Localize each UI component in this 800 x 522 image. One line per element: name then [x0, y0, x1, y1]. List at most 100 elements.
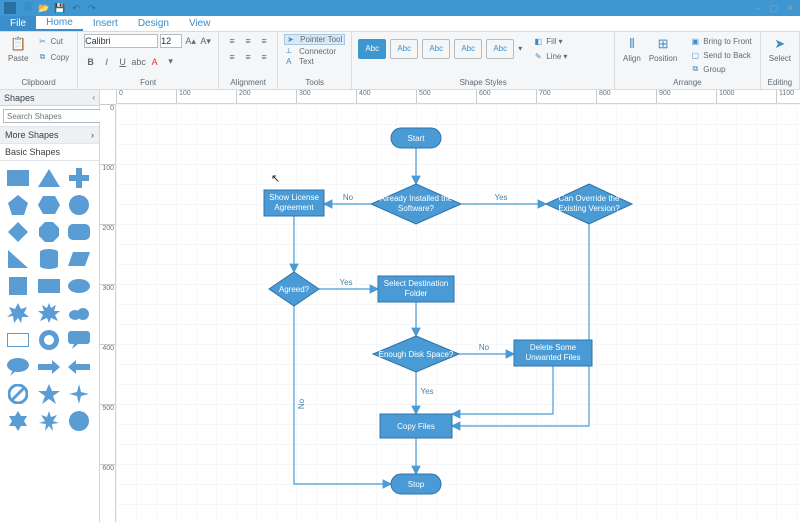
- shape-star[interactable]: [37, 383, 61, 405]
- node-license[interactable]: Show LicenseAgreement: [264, 190, 324, 216]
- shape-frame[interactable]: [6, 329, 30, 351]
- new-icon[interactable]: 🗎: [22, 2, 34, 14]
- group-button[interactable]: ⧉Group: [687, 62, 753, 76]
- shape-arrow[interactable]: [37, 356, 61, 378]
- style-gallery-more-icon[interactable]: ▾: [518, 44, 522, 53]
- select-button[interactable]: ➤Select: [767, 34, 793, 65]
- collapse-shapes-icon[interactable]: ‹: [92, 93, 95, 102]
- position-button[interactable]: ⊞Position: [647, 34, 679, 65]
- shape-triangle[interactable]: [37, 167, 61, 189]
- shape-diamond[interactable]: [6, 221, 30, 243]
- font-color-button[interactable]: A: [148, 55, 161, 68]
- copy-button[interactable]: ⧉Copy: [34, 50, 71, 64]
- tab-insert[interactable]: Insert: [83, 16, 128, 31]
- style-swatch-2[interactable]: Abc: [390, 39, 418, 59]
- shape-burst2[interactable]: [37, 302, 61, 324]
- style-swatch-5[interactable]: Abc: [486, 39, 514, 59]
- node-installed[interactable]: Already Installed theSoftware?: [371, 184, 461, 224]
- basic-shapes-section[interactable]: Basic Shapes: [0, 144, 99, 161]
- align-top-button[interactable]: ≡: [225, 34, 239, 48]
- increase-font-icon[interactable]: A▴: [184, 35, 197, 48]
- shape-rect2[interactable]: [37, 275, 61, 297]
- align-middle-button[interactable]: ≡: [241, 34, 255, 48]
- underline-button[interactable]: U: [116, 55, 129, 68]
- node-override[interactable]: Can Override theExisting Version?: [546, 184, 632, 224]
- node-disk[interactable]: Enough Disk Space?: [373, 336, 459, 372]
- close-icon[interactable]: ✕: [784, 2, 796, 14]
- save-icon[interactable]: 💾: [54, 2, 66, 14]
- decrease-font-icon[interactable]: A▾: [199, 35, 212, 48]
- align-center-button[interactable]: ≡: [241, 50, 255, 64]
- shape-burst3[interactable]: [37, 410, 61, 432]
- tab-home[interactable]: Home: [36, 16, 83, 31]
- style-swatch-3[interactable]: Abc: [422, 39, 450, 59]
- style-swatch-4[interactable]: Abc: [454, 39, 482, 59]
- shape-right-tri[interactable]: [6, 248, 30, 270]
- shape-callout2[interactable]: [6, 356, 30, 378]
- node-start[interactable]: Start: [391, 128, 441, 148]
- highlight-button[interactable]: ▾: [164, 55, 177, 68]
- shape-octagon[interactable]: [37, 221, 61, 243]
- shape-burst[interactable]: [6, 302, 30, 324]
- undo-icon[interactable]: ↶: [70, 2, 82, 14]
- canvas[interactable]: No Yes Yes No Yes No Start Show LicenseA…: [116, 104, 800, 522]
- node-delete[interactable]: Delete SomeUnwanted Files: [514, 340, 592, 366]
- svg-text:Software?: Software?: [398, 204, 435, 213]
- align-button[interactable]: ⫴Align: [621, 34, 643, 65]
- svg-text:Agreed?: Agreed?: [279, 285, 310, 294]
- shape-donut[interactable]: [37, 329, 61, 351]
- font-size-combo[interactable]: [160, 34, 182, 48]
- open-icon[interactable]: 📂: [38, 2, 50, 14]
- bold-button[interactable]: B: [84, 55, 97, 68]
- pointer-tool-button[interactable]: ➤Pointer Tool: [284, 34, 345, 45]
- shape-cylinder[interactable]: [37, 248, 61, 270]
- maximize-icon[interactable]: ▢: [768, 2, 780, 14]
- style-swatch-1[interactable]: Abc: [358, 39, 386, 59]
- align-left-button[interactable]: ≡: [225, 50, 239, 64]
- node-copy[interactable]: Copy Files: [380, 414, 452, 438]
- shape-callout[interactable]: [67, 329, 91, 351]
- cut-button[interactable]: ✂Cut: [34, 34, 71, 48]
- align-right-button[interactable]: ≡: [257, 50, 271, 64]
- shape-hexagon[interactable]: [37, 194, 61, 216]
- shape-seal[interactable]: [67, 410, 91, 432]
- shape-arrow2[interactable]: [67, 356, 91, 378]
- strike-button[interactable]: abc: [132, 55, 145, 68]
- align-bottom-button[interactable]: ≡: [257, 34, 271, 48]
- shape-no[interactable]: [6, 383, 30, 405]
- shape-ellipse[interactable]: [67, 275, 91, 297]
- bring-front-button[interactable]: ▣Bring to Front: [687, 34, 753, 48]
- shape-rect[interactable]: [6, 167, 30, 189]
- redo-icon[interactable]: ↷: [86, 2, 98, 14]
- line-label: Line: [546, 52, 561, 61]
- tab-design[interactable]: Design: [128, 16, 179, 31]
- position-icon: ⊞: [655, 36, 671, 52]
- line-dropdown[interactable]: ✎Line▾: [530, 49, 569, 63]
- cursor-icon: ↖: [271, 173, 280, 185]
- paste-button[interactable]: 📋 Paste: [6, 34, 30, 65]
- shape-plus[interactable]: [67, 167, 91, 189]
- text-tool-button[interactable]: AText: [284, 57, 345, 66]
- send-back-button[interactable]: ▢Send to Back: [687, 48, 753, 62]
- back-icon: ▢: [689, 49, 701, 61]
- shape-4star[interactable]: [67, 383, 91, 405]
- shape-rounded[interactable]: [67, 221, 91, 243]
- font-name-combo[interactable]: [84, 34, 158, 48]
- shape-cloud[interactable]: [67, 302, 91, 324]
- node-dest[interactable]: Select DestinationFolder: [378, 276, 454, 302]
- tab-view[interactable]: View: [179, 16, 221, 31]
- connector-tool-button[interactable]: ⟂Connector: [284, 46, 345, 56]
- tab-file[interactable]: File: [0, 16, 36, 31]
- more-shapes-label: More Shapes: [5, 130, 59, 140]
- shape-pentagon[interactable]: [6, 194, 30, 216]
- fill-dropdown[interactable]: ◧Fill▾: [530, 34, 569, 48]
- minimize-icon[interactable]: –: [752, 2, 764, 14]
- italic-button[interactable]: I: [100, 55, 113, 68]
- shape-parallelogram[interactable]: [67, 248, 91, 270]
- node-stop[interactable]: Stop: [391, 474, 441, 494]
- node-agreed[interactable]: Agreed?: [269, 272, 319, 306]
- more-shapes-section[interactable]: More Shapes›: [0, 127, 99, 144]
- shape-circle[interactable]: [67, 194, 91, 216]
- shape-square[interactable]: [6, 275, 30, 297]
- shape-6star[interactable]: [6, 410, 30, 432]
